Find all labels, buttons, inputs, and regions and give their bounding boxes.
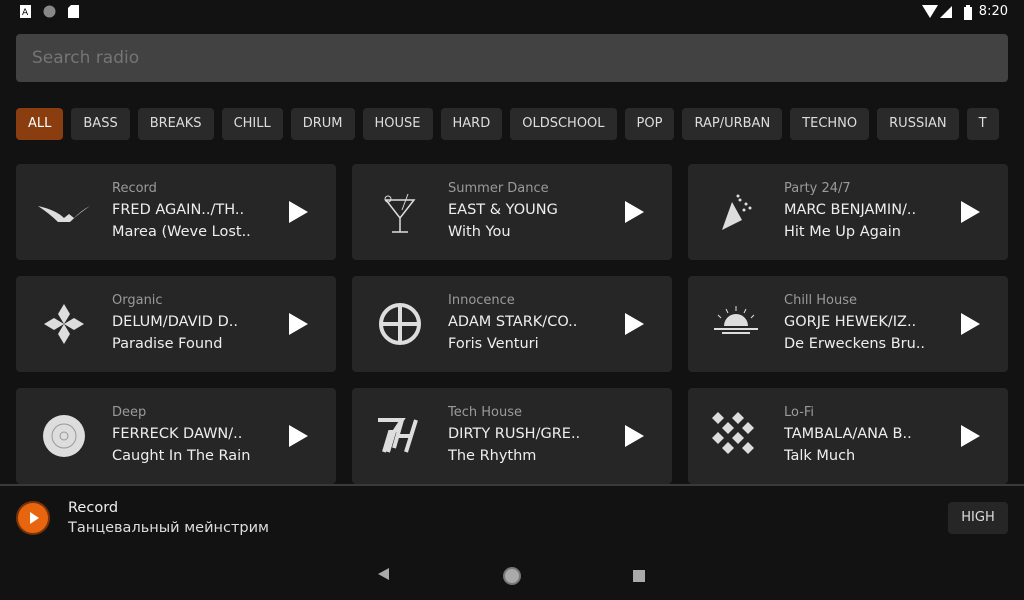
station-card[interactable]: Record FRED AGAIN../TH.. Marea (Weve Los… [16,164,336,260]
status-bar: A 8:20 [0,0,1024,24]
play-icon[interactable] [286,312,310,336]
chip-rap-urban[interactable]: RAP/URBAN [682,108,783,140]
station-genre: Deep [112,405,147,420]
station-genre: Lo-Fi [784,405,815,420]
station-track-title: Marea (Weve Lost.. [112,224,251,240]
play-icon[interactable] [958,200,982,224]
station-logo [36,188,92,236]
station-track-title: The Rhythm [448,448,537,464]
play-icon[interactable] [622,312,646,336]
chip-techno[interactable]: TECHNO [790,108,870,140]
circle-cross-icon [379,303,421,345]
station-track-title: Foris Venturi [448,336,539,352]
sd-card-icon [68,5,79,18]
player-station-name: Record [68,500,119,516]
circle-icon [43,5,56,18]
chip-hard[interactable]: HARD [440,108,503,140]
cocktail-icon [384,193,416,233]
station-artist: GORJE HEWEK/IZ.. [784,314,917,330]
chip-drum[interactable]: DRUM [290,108,355,140]
station-card[interactable]: Innocence ADAM STARK/CO.. Foris Venturi [352,276,672,372]
flower-icon [44,304,84,344]
chip-chill[interactable]: CHILL [221,108,283,140]
back-nav-icon[interactable] [376,566,390,582]
station-logo [372,300,428,348]
station-genre: Party 24/7 [784,181,851,196]
station-track-title: Paradise Found [112,336,223,352]
station-genre: Summer Dance [448,181,549,196]
station-logo [708,300,764,348]
station-artist: FERRECK DAWN/.. [112,426,243,442]
station-genre: Tech House [448,405,522,420]
station-logo [372,188,428,236]
play-icon[interactable] [286,200,310,224]
search-input[interactable] [16,34,1008,82]
clock: 8:20 [978,4,1008,19]
station-artist: ADAM STARK/CO.. [448,314,578,330]
station-artist: MARC BENJAMIN/.. [784,202,917,218]
station-card[interactable]: Organic DELUM/DAVID D.. Paradise Found [16,276,336,372]
station-genre: Organic [112,293,163,308]
station-logo [708,188,764,236]
player-play-button[interactable] [16,501,50,535]
player-divider [0,484,1024,486]
station-genre: Innocence [448,293,515,308]
party-popper-icon [722,194,752,230]
station-track-title: With You [448,224,511,240]
a-icon: A [20,5,31,18]
play-icon[interactable] [622,424,646,448]
station-artist: FRED AGAIN../TH.. [112,202,245,218]
station-track-title: Talk Much [784,448,856,464]
player-station-description: Танцевальный мейнстрим [68,520,269,536]
station-card[interactable]: Chill House GORJE HEWEK/IZ.. De Erwecken… [688,276,1008,372]
station-genre: Chill House [784,293,858,308]
checker-diamond-icon [712,412,754,454]
recents-nav-icon[interactable] [633,570,647,582]
play-icon[interactable] [958,312,982,336]
station-card[interactable]: Lo-Fi TAMBALA/ANA B.. Talk Much [688,388,1008,484]
record-wings-icon [38,206,90,222]
station-card[interactable]: Tech House DIRTY RUSH/GRE.. The Rhythm [352,388,672,484]
station-track-title: Hit Me Up Again [784,224,901,240]
station-card[interactable]: Party 24/7 MARC BENJAMIN/.. Hit Me Up Ag… [688,164,1008,260]
vinyl-icon [43,415,85,457]
play-icon [30,512,39,524]
genre-filter-chips: ALL BASS BREAKS CHILL DRUM HOUSE HARD OL… [16,108,1024,140]
play-icon[interactable] [286,424,310,448]
chip-all[interactable]: ALL [16,108,64,140]
home-nav-icon[interactable] [502,566,522,586]
th-logo-icon [378,418,418,453]
station-card[interactable]: Deep FERRECK DAWN/.. Caught In The Rain [16,388,336,484]
chip-house[interactable]: HOUSE [362,108,433,140]
chip-pop[interactable]: POP [624,108,675,140]
station-artist: DELUM/DAVID D.. [112,314,238,330]
station-logo [36,300,92,348]
chip-russian[interactable]: RUSSIAN [877,108,959,140]
station-artist: TAMBALA/ANA B.. [784,426,912,442]
station-artist: EAST & YOUNG [448,202,558,218]
sunset-icon [714,306,758,334]
svg-text:A: A [22,8,29,18]
chip-oldschool[interactable]: OLDSCHOOL [510,108,617,140]
station-logo [36,412,92,460]
station-track-title: De Erweckens Bru.. [784,336,924,352]
chip-more[interactable]: T [966,108,999,140]
station-artist: DIRTY RUSH/GRE.. [448,426,581,442]
chip-breaks[interactable]: BREAKS [137,108,214,140]
station-genre: Record [112,181,157,196]
chip-bass[interactable]: BASS [71,108,130,140]
battery-icon [964,5,972,20]
signal-icon [940,6,952,18]
station-logo [372,412,428,460]
quality-button[interactable]: HIGH [948,502,1008,534]
play-icon[interactable] [958,424,982,448]
station-logo [708,412,764,460]
wifi-icon [922,5,952,18]
play-icon[interactable] [622,200,646,224]
station-track-title: Caught In The Rain [112,448,251,464]
station-card[interactable]: Summer Dance EAST & YOUNG With You [352,164,672,260]
